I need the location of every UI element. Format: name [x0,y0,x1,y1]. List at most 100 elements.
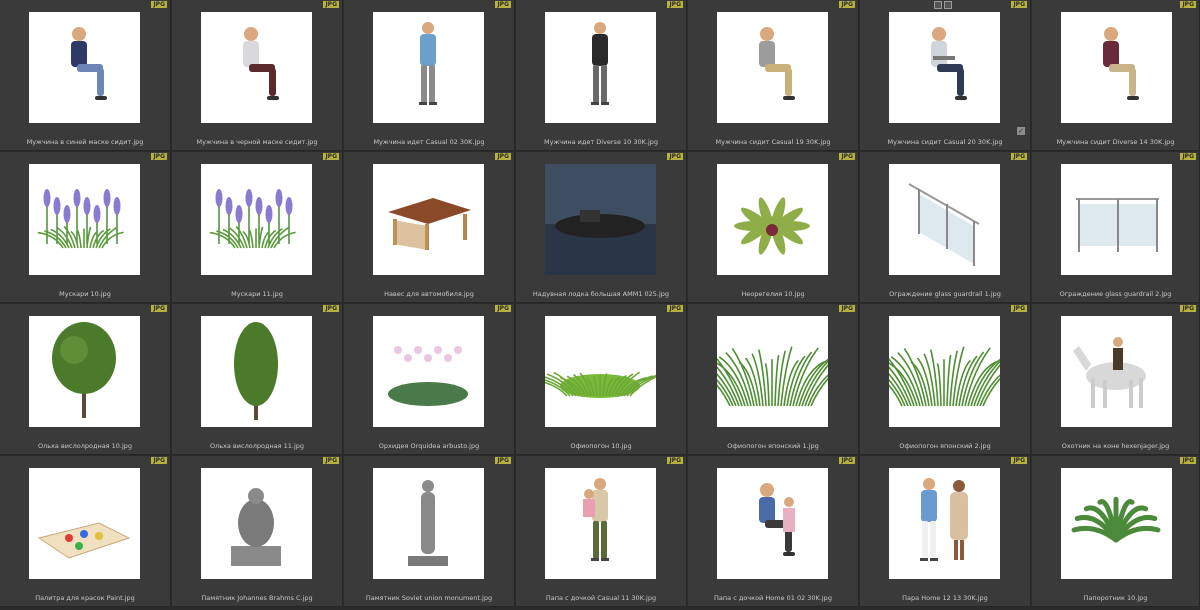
thumbnail-item[interactable]: JPG Памятник Soviet union monument.jpg [344,456,515,607]
file-name-label: Мужчина сидит Casual 20 30K.jpg [887,138,1003,146]
checkbox-icon[interactable]: ✓ [1017,127,1025,135]
file-type-badge: JPG [495,305,511,312]
thumbnail-item[interactable]: JPG Мускари 10.jpg [0,152,171,303]
thumbnail-image[interactable] [717,316,828,427]
thumbnail-image[interactable] [201,12,312,123]
file-name-label: Пара Home 12 13 30K.jpg [902,594,988,602]
file-type-badge: JPG [1180,305,1196,312]
thumbnail-item[interactable]: JPG Ольха вислолродная 11.jpg [172,304,343,455]
thumbnail-item[interactable]: JPG Неорегелия 10.jpg [688,152,859,303]
file-name-label: Мужчина сидит Casual 19 30K.jpg [715,138,831,146]
thumbnail-image[interactable] [29,468,140,579]
file-type-badge: JPG [1180,153,1196,160]
thumbnail-item[interactable]: JPG Ограждение glass guardrail 2.jpg [1032,152,1200,303]
file-name-label: Палитра для красок Paint.jpg [35,594,135,602]
thumbnail-item[interactable]: JPG Папа с дочкой Casual 11 30K.jpg [516,456,687,607]
file-name-label: Мужчина сидит Diverse 14 30K.jpg [1056,138,1175,146]
file-name-label: Ограждение glass guardrail 1.jpg [889,290,1001,298]
file-type-badge: JPG [495,153,511,160]
file-name-label: Ольха вислолродная 10.jpg [37,442,133,450]
thumbnail-image[interactable] [201,468,312,579]
thumbnail-image[interactable] [373,468,484,579]
thumbnail-item[interactable]: JPG Навес для автомобиля.jpg [344,152,515,303]
file-type-badge: JPG [1011,1,1027,8]
thumbnail-image[interactable] [545,468,656,579]
edit-pencil-icon[interactable] [944,1,952,9]
thumbnail-item[interactable]: JPG Мужчина в синей маске сидит.jpg [0,0,171,151]
thumbnail-image[interactable] [717,164,828,275]
thumbnail-image[interactable] [545,164,656,275]
square-select-icon[interactable] [934,1,942,9]
file-type-badge: JPG [667,305,683,312]
thumbnail-item[interactable]: JPG Папоротник 10.jpg [1032,456,1200,607]
thumbnail-item[interactable]: JPG Пара Home 12 13 30K.jpg [860,456,1031,607]
thumbnail-image[interactable] [373,12,484,123]
file-name-label: Мускари 10.jpg [59,290,111,298]
thumbnail-item[interactable]: JPG Офиопогон японский 2.jpg [860,304,1031,455]
thumbnail-item[interactable]: JPG Офиопогон 10.jpg [516,304,687,455]
thumbnail-item[interactable]: JPG Мужчина в черной маске сидит.jpg [172,0,343,151]
thumbnail-item[interactable]: JPG Палитра для красок Paint.jpg [0,456,171,607]
file-name-label: Мускари 11.jpg [231,290,283,298]
thumbnail-item[interactable]: JPG Охотник на коне hexenjager.jpg [1032,304,1200,455]
file-type-badge: JPG [1011,457,1027,464]
thumbnail-image[interactable] [717,12,828,123]
thumbnail-item[interactable]: JPG Мужчина сидит Diverse 14 30K.jpg [1032,0,1200,151]
file-type-badge: JPG [839,457,855,464]
thumbnail-item[interactable]: JPG Ограждение glass guardrail 1.jpg [860,152,1031,303]
file-type-badge: JPG [151,305,167,312]
file-name-label: Памятник Johannes Brahms C.jpg [201,594,313,602]
file-name-label: Папа с дочкой Casual 11 30K.jpg [545,594,657,602]
thumbnail-image[interactable] [545,316,656,427]
thumbnail-image[interactable] [29,164,140,275]
file-name-label: Мужчина идет Diverse 10 30K.jpg [543,138,659,146]
thumbnail-image[interactable] [29,12,140,123]
file-name-label: Орхидея Orquidea arbusto.jpg [378,442,480,450]
file-type-badge: JPG [323,305,339,312]
thumbnail-image[interactable] [201,316,312,427]
file-type-badge: JPG [495,457,511,464]
file-name-label: Папа с дочкой Home 01 02 30K.jpg [714,594,832,602]
thumbnail-item[interactable]: JPG Мужчина идет Diverse 10 30K.jpg [516,0,687,151]
file-name-label: Мужчина в синей маске сидит.jpg [26,138,144,146]
thumbnail-image[interactable] [889,164,1000,275]
thumbnail-item[interactable]: JPG Надувная лодка большая AMM1 025.jpg [516,152,687,303]
thumbnail-image[interactable] [201,164,312,275]
file-type-badge: JPG [667,457,683,464]
file-type-badge: JPG [839,153,855,160]
file-type-badge: JPG [1180,1,1196,8]
file-type-badge: JPG [1011,153,1027,160]
thumbnail-item[interactable]: JPG Мужчина идет Casual 02 30K.jpg [344,0,515,151]
thumbnail-image[interactable] [1061,12,1172,123]
thumbnail-item[interactable]: JPG Мускари 11.jpg [172,152,343,303]
file-type-badge: JPG [1180,457,1196,464]
file-name-label: Папоротник 10.jpg [1083,594,1148,602]
thumbnail-item[interactable]: JPG Ольха вислолродная 10.jpg [0,304,171,455]
file-type-badge: JPG [667,153,683,160]
thumbnail-item[interactable]: JPG Папа с дочкой Home 01 02 30K.jpg [688,456,859,607]
thumbnail-image[interactable] [373,316,484,427]
thumbnail-image[interactable] [889,12,1000,123]
thumbnail-item[interactable]: JPG Орхидея Orquidea arbusto.jpg [344,304,515,455]
thumbnail-image[interactable] [545,12,656,123]
thumbnail-image[interactable] [717,468,828,579]
thumbnail-image[interactable] [889,316,1000,427]
thumbnail-image[interactable] [373,164,484,275]
file-type-badge: JPG [323,457,339,464]
file-name-label: Мужчина в черной маске сидит.jpg [196,138,318,146]
file-name-label: Ольха вислолродная 11.jpg [209,442,305,450]
file-name-label: Навес для автомобиля.jpg [384,290,474,298]
thumbnail-image[interactable] [1061,316,1172,427]
thumbnail-item[interactable]: JPG Памятник Johannes Brahms C.jpg [172,456,343,607]
file-name-label: Ограждение glass guardrail 2.jpg [1059,290,1172,298]
file-type-badge: JPG [151,457,167,464]
thumbnail-image[interactable] [29,316,140,427]
file-name-label: Мужчина идет Casual 02 30K.jpg [373,138,485,146]
thumbnail-image[interactable] [1061,468,1172,579]
thumbnail-image[interactable] [1061,164,1172,275]
thumbnail-item[interactable]: JPG Мужчина сидит Casual 19 30K.jpg [688,0,859,151]
file-type-badge: JPG [495,1,511,8]
thumbnail-image[interactable] [889,468,1000,579]
thumbnail-item[interactable]: JPG Мужчина сидит Casual 20 30K.jpg ✓ [860,0,1031,151]
thumbnail-item[interactable]: JPG Офиопогон японский 1.jpg [688,304,859,455]
